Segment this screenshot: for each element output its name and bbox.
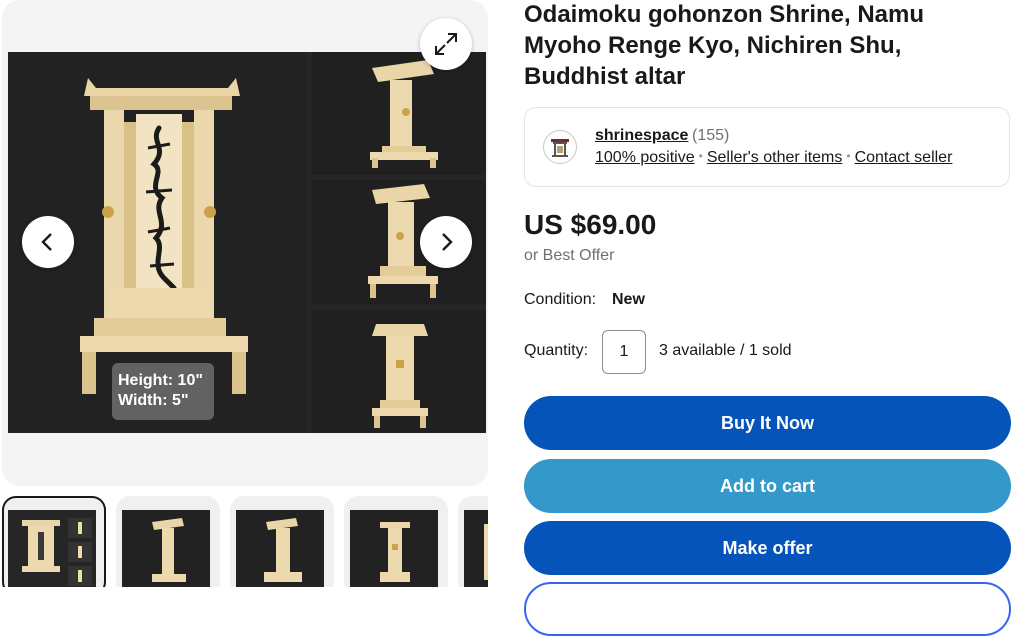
seller-name-link[interactable]: shrinespace — [595, 127, 688, 145]
shrine-back-image — [312, 310, 486, 433]
sellers-other-items-link[interactable]: Seller's other items — [707, 149, 843, 166]
add-to-cart-button[interactable]: Add to cart — [524, 459, 1011, 513]
thumbnail-2-image — [122, 510, 210, 587]
thumbnail-4[interactable] — [344, 496, 448, 587]
thumbnail-5-image — [464, 510, 488, 587]
thumbnail-1[interactable] — [2, 496, 106, 587]
next-image-button[interactable] — [420, 216, 472, 268]
thumbnail-3-image — [236, 510, 324, 587]
contact-seller-link[interactable]: Contact seller — [855, 149, 953, 166]
make-offer-button[interactable]: Make offer — [524, 521, 1011, 575]
separator-dot: • — [846, 149, 851, 163]
seller-links: 100% positive • Seller's other items • Conta… — [595, 149, 952, 167]
thumbnail-4-image — [350, 510, 438, 587]
thumbnail-3[interactable] — [230, 496, 334, 587]
separator-dot: • — [698, 149, 703, 163]
quantity-availability: 3 available / 1 sold — [659, 342, 792, 359]
quantity-input[interactable]: 1 — [602, 330, 646, 374]
listing-title: Odaimoku gohonzon Shrine, Namu Myoho Ren… — [524, 1, 925, 90]
best-offer-text: or Best Offer — [524, 247, 615, 264]
shrine-logo-icon — [551, 139, 569, 157]
buy-it-now-button[interactable]: Buy It Now — [524, 396, 1011, 450]
gallery-tile-side-view[interactable] — [312, 52, 486, 175]
chevron-left-icon — [41, 233, 52, 251]
watchlist-button[interactable] — [524, 582, 1011, 636]
thumbnail-2[interactable] — [116, 496, 220, 587]
seller-avatar[interactable] — [543, 130, 577, 164]
thumbnail-strip — [0, 494, 488, 587]
width-label: Width: 5" — [118, 392, 189, 409]
expand-gallery-button[interactable] — [420, 18, 472, 70]
gallery-tile-back-view[interactable] — [312, 310, 486, 433]
thumbnail-5[interactable] — [458, 496, 488, 587]
positive-feedback-link[interactable]: 100% positive — [595, 149, 695, 166]
gallery-stage: Height: 10" Width: 5" — [8, 52, 486, 433]
seller-card: shrinespace (155) 100% positive • Seller's… — [524, 107, 1010, 187]
seller-feedback-count: (155) — [692, 127, 730, 144]
thumbnail-1-image — [8, 510, 96, 587]
shrine-side-image — [312, 52, 486, 175]
previous-image-button[interactable] — [22, 216, 74, 268]
height-label: Height: 10" — [118, 372, 203, 389]
condition-value: New — [612, 291, 645, 308]
image-gallery: Height: 10" Width: 5" — [2, 0, 488, 486]
condition-label: Condition: — [524, 291, 597, 308]
item-price: US $69.00 — [524, 209, 657, 240]
quantity-label: Quantity: — [524, 342, 589, 359]
chevron-right-icon — [442, 233, 453, 251]
dimensions-overlay: Height: 10" Width: 5" — [112, 363, 214, 420]
expand-icon — [435, 33, 457, 55]
